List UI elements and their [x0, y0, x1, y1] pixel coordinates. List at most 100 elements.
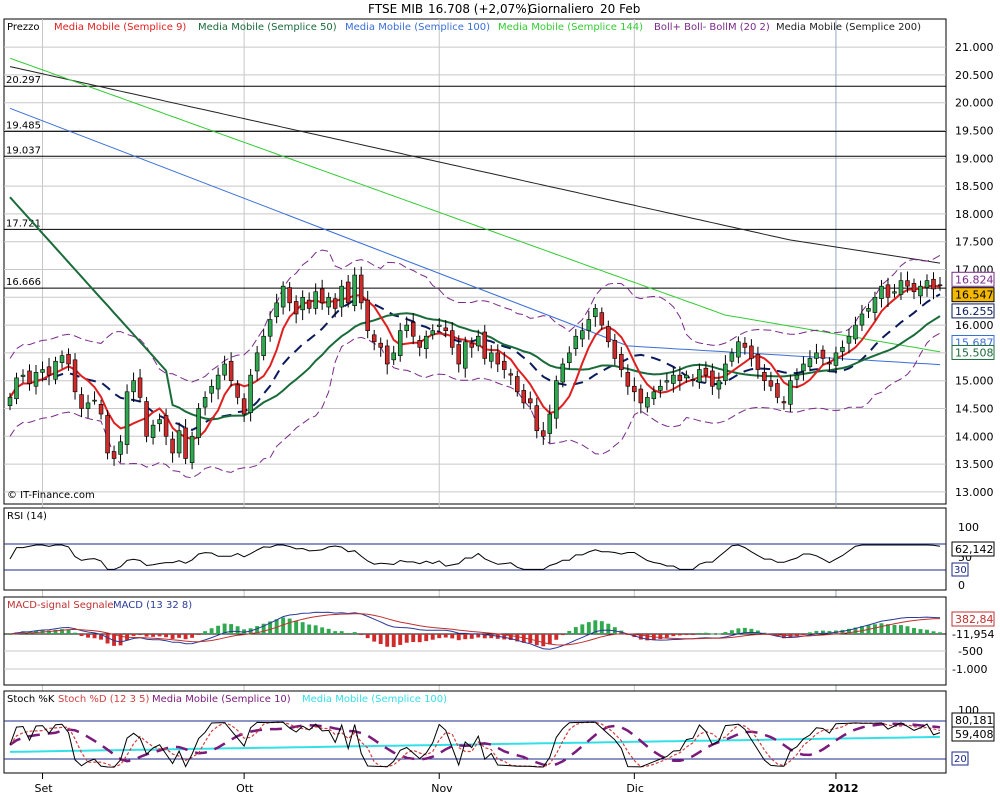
- rsi-tick-0: 0: [958, 579, 965, 592]
- header-price-change: 16.708 (+2,07%): [428, 2, 531, 16]
- macd-histogram-bar: [430, 634, 435, 640]
- candle-body: [625, 372, 631, 387]
- candle-body: [762, 372, 767, 381]
- candle-body: [807, 358, 813, 368]
- candle-body: [534, 405, 540, 432]
- candle-body: [521, 390, 527, 404]
- candle-body: [72, 359, 78, 393]
- candle-body: [449, 330, 455, 348]
- candle-body: [606, 326, 611, 343]
- candle-body: [729, 352, 735, 362]
- stoch-panel: Stoch %K Stoch %D (12 3 5) Media Mobile …: [3, 690, 995, 774]
- price-tick-label: 14.500: [955, 402, 994, 415]
- macd-histogram-bar: [66, 629, 71, 634]
- macd-histogram-bar: [313, 625, 318, 634]
- candle-body: [697, 369, 702, 383]
- candle-body: [872, 296, 878, 313]
- price-tick-label: 19.000: [955, 152, 994, 165]
- macd-histogram-bar: [372, 634, 377, 642]
- candle-body: [859, 313, 865, 326]
- candle-body: [189, 435, 195, 463]
- candle-body: [716, 380, 722, 390]
- legend-bollinger: Boll+ Boll- BollM (20 2): [654, 22, 770, 33]
- right-value-label: 16.255: [955, 305, 994, 318]
- candle-body: [163, 415, 169, 437]
- rsi-30-label: 30: [954, 565, 967, 576]
- macd-histogram-bar: [710, 633, 715, 635]
- macd-histogram-bar: [235, 626, 240, 634]
- macd-histogram-bar: [703, 632, 708, 634]
- macd-histogram-bar: [450, 634, 455, 639]
- candle-body: [931, 278, 936, 290]
- macd-histogram-bar: [547, 634, 552, 645]
- candle-body: [228, 360, 234, 381]
- macd-histogram-bar: [170, 634, 175, 639]
- candle-body: [358, 274, 364, 304]
- price-tick-label: 16.000: [955, 319, 994, 332]
- macd-tick-1000: -1.000: [952, 663, 987, 676]
- level-label: 19.037: [6, 145, 41, 156]
- rsi-panel: RSI (14) 100 50 0 62,142 30: [3, 507, 995, 592]
- macd-histogram-bar: [463, 634, 468, 640]
- candle-body: [176, 430, 182, 454]
- macd-histogram-bar: [456, 634, 461, 641]
- candle-body: [202, 397, 208, 408]
- candle-body: [820, 349, 826, 359]
- price-tick-label: 13.000: [955, 486, 994, 499]
- candle-body: [469, 342, 474, 348]
- candle-body: [261, 335, 266, 356]
- right-value-label: 16.547: [955, 289, 994, 302]
- candle-body: [111, 451, 117, 459]
- candle-body: [293, 301, 299, 315]
- candle-body: [846, 335, 852, 344]
- candle-body: [495, 352, 501, 365]
- macd-histogram-bar: [931, 631, 936, 634]
- macd-histogram-bar: [398, 634, 403, 645]
- macd-histogram-bar: [359, 634, 364, 635]
- macd-value-a: 382,84: [955, 613, 994, 626]
- candle-body: [209, 385, 214, 394]
- macd-histogram-bar: [892, 624, 897, 634]
- candle-body: [853, 324, 858, 340]
- price-tick-label: 18.500: [955, 180, 994, 193]
- candle-body: [781, 401, 787, 404]
- legend-ma144: Media Mobile (Semplice 144): [498, 22, 643, 33]
- macd-histogram-bar: [905, 626, 910, 634]
- macd-histogram-bar: [599, 621, 604, 634]
- macd-histogram-bar: [144, 634, 149, 637]
- candle-body: [33, 372, 39, 387]
- macd-histogram-bar: [476, 634, 481, 638]
- macd-histogram-bar: [729, 630, 734, 634]
- level-label: 19.485: [6, 120, 41, 131]
- candle-body: [573, 335, 579, 350]
- candle-body: [365, 299, 370, 331]
- candle-body: [410, 322, 416, 337]
- macd-histogram-bar: [677, 634, 682, 636]
- candle-body: [157, 419, 162, 425]
- candle-body: [436, 324, 442, 327]
- macd-histogram-bar: [925, 629, 929, 634]
- macd-histogram-bar: [749, 628, 754, 634]
- candle-body: [430, 330, 435, 336]
- candle-body: [462, 341, 468, 369]
- watermark: © IT-Finance.com: [7, 490, 95, 501]
- legend-ma50: Media Mobile (Semplice 50): [198, 22, 337, 33]
- x-tick-label: Ott: [236, 782, 254, 795]
- macd-histogram-bar: [560, 634, 565, 636]
- candle-body: [554, 380, 559, 419]
- macd-histogram-bar: [151, 634, 156, 637]
- candle-body: [85, 402, 91, 409]
- candle-body: [306, 299, 312, 309]
- candle-body: [14, 377, 19, 400]
- candle-body: [7, 397, 13, 407]
- rsi-panel-frame: [3, 507, 947, 591]
- candle-body: [287, 287, 292, 304]
- macd-histogram-bar: [73, 632, 77, 634]
- candle-body: [482, 331, 488, 359]
- stoch-legend-c: Media Mobile (Semplice 10): [152, 694, 291, 705]
- macd-histogram-bar: [385, 634, 390, 647]
- candle-body: [892, 291, 897, 294]
- candle-body: [40, 369, 45, 373]
- candle-body: [684, 374, 689, 379]
- candle-body: [280, 285, 286, 308]
